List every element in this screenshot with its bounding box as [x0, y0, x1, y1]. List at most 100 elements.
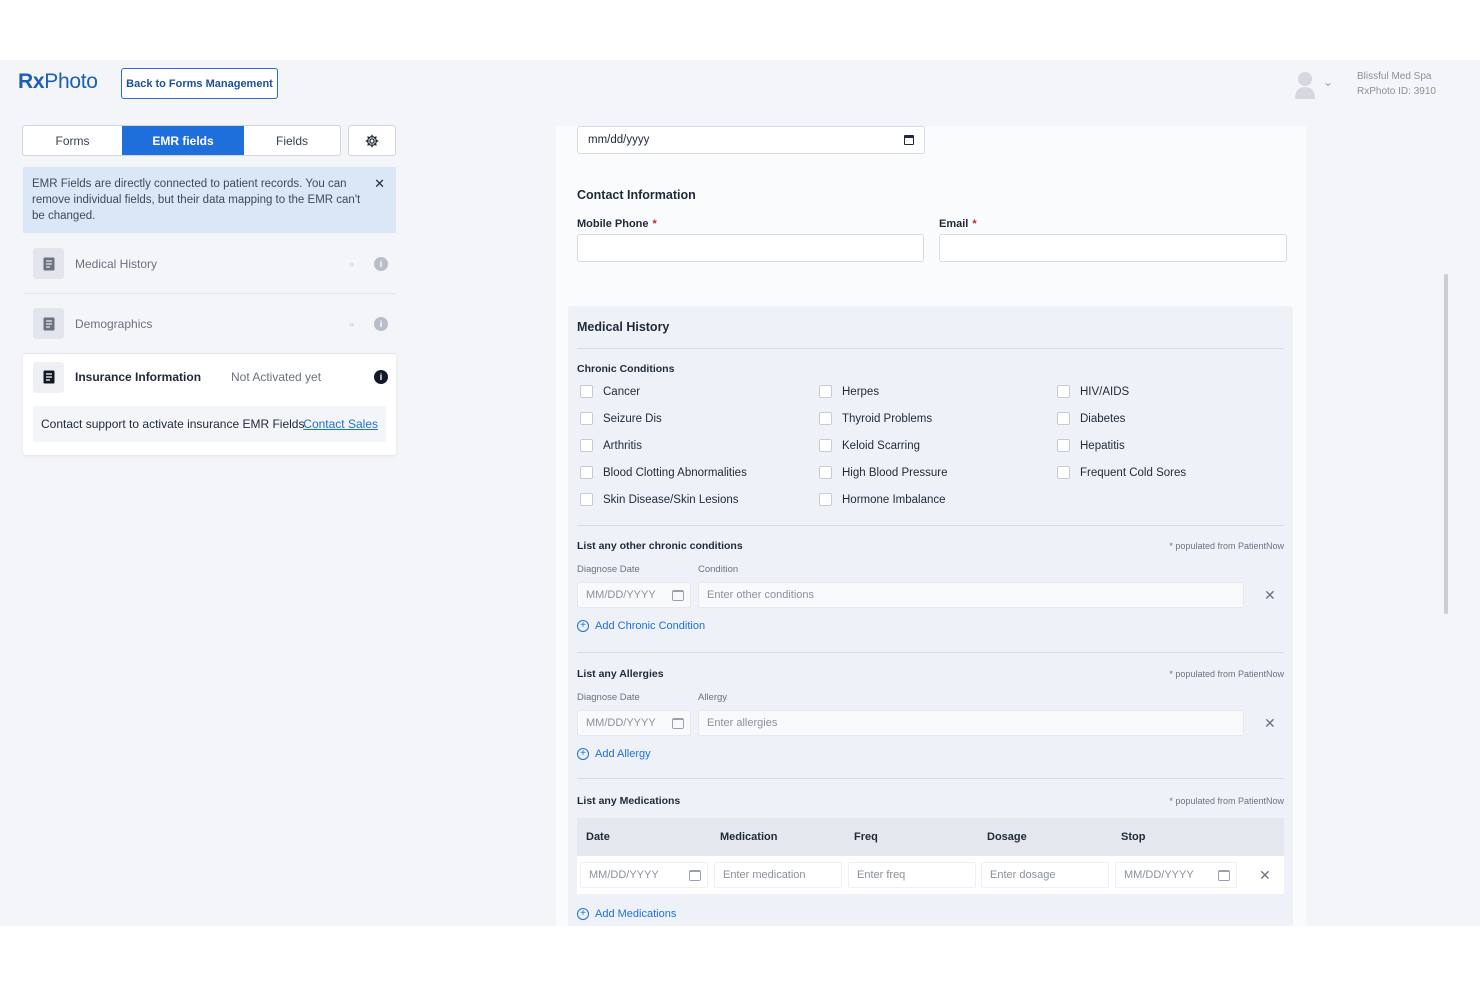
contact-sales-link[interactable]: Contact Sales — [303, 417, 378, 431]
calendar-icon[interactable] — [689, 870, 701, 881]
checkbox[interactable] — [819, 412, 832, 425]
checkbox[interactable] — [1057, 385, 1070, 398]
required-mark: * — [652, 218, 657, 230]
add-medications-button[interactable]: + Add Medications — [577, 908, 676, 920]
stop-date-input[interactable]: MM/DD/YYYY — [1115, 862, 1237, 888]
checkbox[interactable] — [580, 466, 593, 479]
calendar-icon[interactable] — [1218, 870, 1230, 881]
rxphoto-logo[interactable]: RxPhoto — [18, 70, 98, 94]
email-label: Email * — [939, 218, 977, 230]
condition-checkbox[interactable]: Hormone Imbalance — [819, 493, 946, 506]
tab-emr-fields[interactable]: EMR fields — [122, 126, 244, 155]
back-to-forms-button[interactable]: Back to Forms Management — [121, 68, 278, 99]
remove-condition-icon[interactable]: ✕ — [1264, 587, 1276, 604]
add-chronic-condition-button[interactable]: + Add Chronic Condition — [577, 620, 705, 632]
remove-allergy-icon[interactable]: ✕ — [1264, 715, 1276, 732]
medications-table-header: Date Medication Freq Dosage Stop — [577, 818, 1284, 856]
diagnose-date-label: Diagnose Date — [577, 564, 640, 575]
checkbox[interactable] — [819, 439, 832, 452]
mobile-phone-input[interactable] — [577, 234, 924, 262]
chevron-down-icon[interactable]: ⌄ — [1323, 75, 1333, 89]
checkbox[interactable] — [1057, 466, 1070, 479]
emr-item-medical-history[interactable]: Medical History » i — [23, 234, 396, 294]
condition-checkbox[interactable]: Herpes — [819, 385, 879, 398]
allergies-title: List any Allergies — [577, 668, 664, 680]
condition-checkbox[interactable]: Skin Disease/Skin Lesions — [580, 493, 739, 506]
medication-input[interactable]: Enter medication — [714, 862, 842, 888]
settings-button[interactable] — [348, 125, 396, 156]
condition-checkbox[interactable]: Arthritis — [580, 439, 642, 452]
medication-date-input[interactable]: MM/DD/YYYY — [580, 862, 708, 888]
checkbox[interactable] — [819, 385, 832, 398]
populated-note: * populated from PatientNow — [1169, 669, 1284, 679]
mobile-phone-label: Mobile Phone * — [577, 218, 657, 230]
divider — [577, 652, 1284, 653]
contact-section-title: Contact Information — [577, 188, 696, 202]
checkbox[interactable] — [580, 412, 593, 425]
column-header-medication: Medication — [720, 831, 778, 843]
condition-checkbox[interactable]: Thyroid Problems — [819, 412, 932, 425]
allergy-label: Allergy — [698, 692, 728, 703]
checkbox[interactable] — [819, 493, 832, 506]
plus-circle-icon: + — [577, 748, 589, 760]
checkbox[interactable] — [1057, 412, 1070, 425]
scrollbar[interactable] — [1444, 274, 1448, 614]
allergy-date-input[interactable]: MM/DD/YYYY — [577, 710, 691, 736]
tab-forms[interactable]: Forms — [23, 126, 122, 155]
calendar-icon[interactable] — [904, 135, 914, 145]
plus-circle-icon: + — [577, 620, 589, 632]
org-id: RxPhoto ID: 3910 — [1357, 86, 1436, 97]
divider — [577, 348, 1284, 349]
document-icon — [33, 361, 64, 393]
freq-input[interactable]: Enter freq — [848, 862, 976, 888]
info-icon[interactable]: i — [374, 316, 388, 331]
add-allergy-button[interactable]: + Add Allergy — [577, 748, 651, 760]
condition-input[interactable]: Enter other conditions — [698, 582, 1244, 608]
checkbox[interactable] — [1057, 439, 1070, 452]
close-icon[interactable]: ✕ — [374, 176, 385, 192]
emr-item-insurance[interactable]: Insurance Information Not Activated yet … — [23, 354, 396, 400]
emr-notice: EMR Fields are directly connected to pat… — [23, 167, 396, 233]
email-input[interactable] — [939, 234, 1287, 262]
condition-checkbox[interactable]: Blood Clotting Abnormalities — [580, 466, 747, 479]
user-avatar-icon[interactable] — [1294, 70, 1316, 100]
checkbox[interactable] — [580, 493, 593, 506]
other-conditions-title: List any other chronic conditions — [577, 540, 743, 552]
condition-checkbox[interactable]: Cancer — [580, 385, 640, 398]
checkbox[interactable] — [580, 385, 593, 398]
condition-checkbox[interactable]: Keloid Scarring — [819, 439, 920, 452]
column-header-stop: Stop — [1121, 831, 1146, 843]
dosage-input[interactable]: Enter dosage — [981, 862, 1109, 888]
drag-handle-icon[interactable]: » — [349, 259, 354, 269]
calendar-icon[interactable] — [672, 590, 684, 601]
condition-date-input[interactable]: MM/DD/YYYY — [577, 582, 691, 608]
condition-checkbox[interactable]: Hepatitis — [1057, 439, 1125, 452]
tab-fields[interactable]: Fields — [244, 126, 340, 155]
condition-checkbox[interactable]: Diabetes — [1057, 412, 1125, 425]
checkbox[interactable] — [580, 439, 593, 452]
column-header-date: Date — [586, 831, 610, 843]
emr-item-demographics[interactable]: Demographics » i — [23, 294, 396, 354]
gear-icon — [365, 134, 379, 147]
medical-history-title: Medical History — [577, 320, 670, 334]
calendar-icon[interactable] — [672, 718, 684, 729]
divider — [577, 778, 1284, 779]
sidebar-tabs: Forms EMR fields Fields — [22, 125, 341, 156]
condition-checkbox[interactable]: Seizure Dis — [580, 412, 662, 425]
drag-handle-icon[interactable]: » — [349, 319, 354, 329]
condition-checkbox[interactable]: Frequent Cold Sores — [1057, 466, 1186, 479]
sidebar: Forms EMR fields Fields EMR Fields are d… — [0, 110, 410, 926]
plus-circle-icon: + — [577, 908, 589, 920]
date-input[interactable]: mm/dd/yyyy — [577, 126, 925, 154]
checkbox[interactable] — [819, 466, 832, 479]
divider — [577, 525, 1284, 526]
populated-note: * populated from PatientNow — [1169, 796, 1284, 806]
remove-medication-icon[interactable]: ✕ — [1259, 867, 1271, 884]
info-icon[interactable]: i — [374, 370, 388, 384]
condition-checkbox[interactable]: HIV/AIDS — [1057, 385, 1129, 398]
info-icon[interactable]: i — [374, 256, 388, 271]
condition-checkbox[interactable]: High Blood Pressure — [819, 466, 947, 479]
form-preview: mm/dd/yyyy Contact Information Mobile Ph… — [556, 126, 1306, 926]
emr-item-label: Insurance Information — [75, 370, 202, 384]
allergy-input[interactable]: Enter allergies — [698, 710, 1244, 736]
